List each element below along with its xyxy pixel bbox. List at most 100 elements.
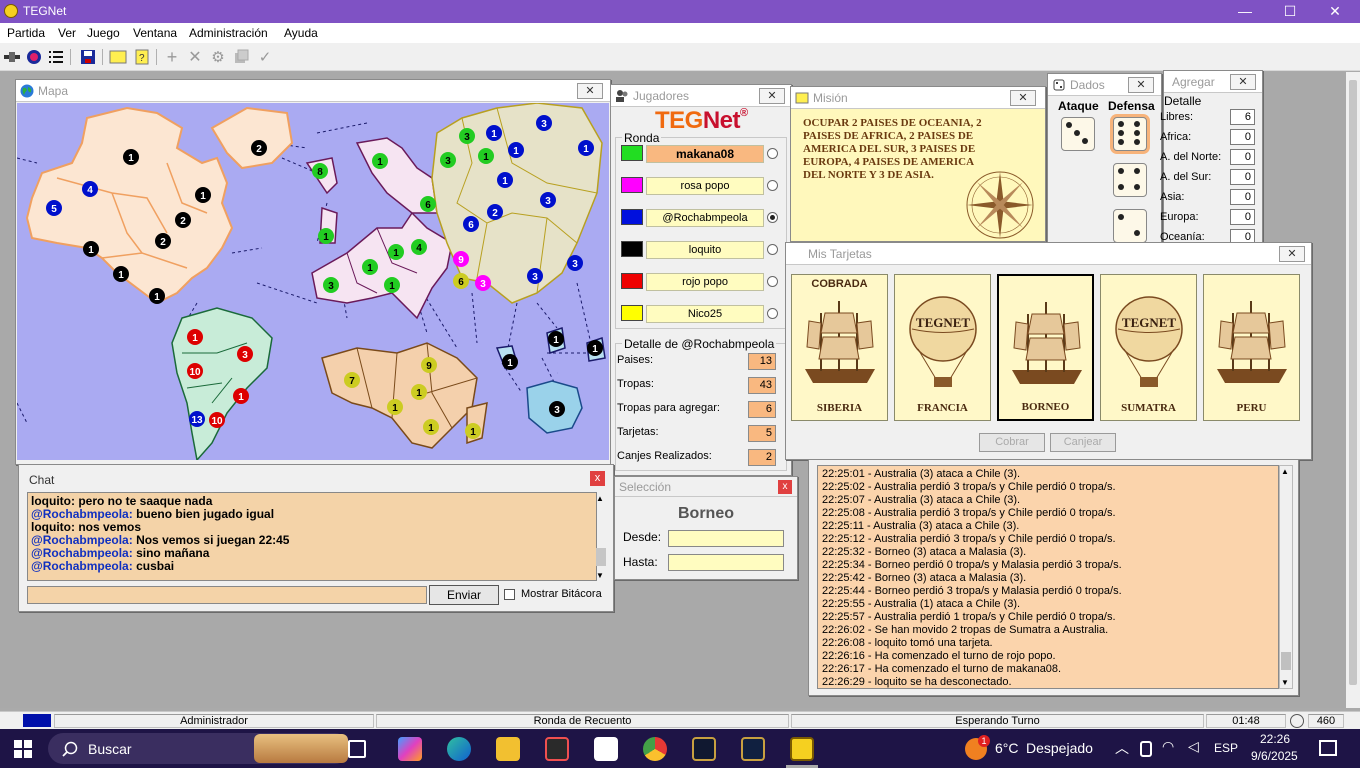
log-line: 22:25:12 - Australia perdió 3 tropa/s y …: [822, 533, 1116, 545]
scroll-up-icon[interactable]: ▲: [1281, 467, 1289, 476]
clock-time[interactable]: 22:26: [1260, 732, 1290, 746]
scrollbar-thumb[interactable]: [1349, 80, 1357, 685]
cards-close-button[interactable]: ✕: [1279, 246, 1305, 262]
chat-close-button[interactable]: x: [590, 471, 605, 486]
scroll-up-icon[interactable]: ▲: [596, 494, 604, 503]
store-icon[interactable]: [545, 737, 569, 761]
cobrar-button[interactable]: Cobrar: [979, 433, 1045, 452]
from-field[interactable]: [668, 530, 784, 547]
country-card[interactable]: BORNEO: [997, 274, 1094, 421]
tegnet-taskbar-icon[interactable]: [790, 737, 814, 761]
card-icon[interactable]: [108, 47, 128, 67]
chat-text: cusbai: [136, 559, 175, 573]
chat-scrollbar-thumb[interactable]: [596, 548, 606, 566]
save-icon[interactable]: [78, 47, 98, 67]
chrome-icon[interactable]: [643, 737, 667, 761]
mail-icon[interactable]: [594, 737, 618, 761]
close-button[interactable]: ✕: [1312, 0, 1358, 23]
menu-ayuda[interactable]: Ayuda: [284, 26, 318, 40]
dice-close-button[interactable]: ✕: [1128, 77, 1154, 93]
country-card[interactable]: PERU: [1203, 274, 1300, 421]
wifi-icon[interactable]: ◠: [1162, 738, 1174, 755]
volume-icon[interactable]: ◁: [1188, 738, 1199, 755]
player-select-radio[interactable]: [767, 244, 778, 255]
mission-title-bar: Misión ✕: [791, 87, 1045, 109]
chat-input[interactable]: [27, 586, 427, 604]
minimize-button[interactable]: —: [1222, 0, 1268, 23]
log-scrollbar[interactable]: ▲ ▼: [1279, 465, 1293, 689]
send-button[interactable]: Enviar: [429, 585, 499, 605]
menu-partida[interactable]: Partida: [7, 26, 45, 40]
maximize-button[interactable]: ☐: [1267, 0, 1313, 23]
selection-title: Selección: [619, 480, 672, 494]
canjear-button[interactable]: Canjear: [1050, 433, 1116, 452]
chat-text: pero no te saaque nada: [78, 494, 213, 508]
country-card[interactable]: TEGNET SUMATRA: [1100, 274, 1197, 421]
chat-message: @Rochabmpeola: cusbai: [31, 559, 175, 573]
player-select-radio[interactable]: [767, 212, 778, 223]
army-count: 2: [180, 216, 186, 227]
map-close-button[interactable]: ✕: [577, 83, 603, 99]
player-select-radio[interactable]: [767, 148, 778, 159]
connect-icon[interactable]: [2, 47, 22, 67]
country-card[interactable]: COBRADA SIBERIA: [791, 274, 888, 421]
task-view-icon[interactable]: [348, 740, 366, 758]
edge-icon[interactable]: [447, 737, 471, 761]
player-select-radio[interactable]: [767, 308, 778, 319]
selection-close-button[interactable]: x: [778, 480, 792, 494]
world-map[interactable]: 1 2 4 5 1 2 1 1 1 2 2 8 1 1 6 3 1 1 4 1: [17, 103, 609, 460]
add-row-value: 6: [1230, 109, 1255, 125]
country-card[interactable]: TEGNET FRANCIA: [894, 274, 991, 421]
menu-ver[interactable]: Ver: [58, 26, 76, 40]
tegnet-logo: TEGNet®: [655, 107, 748, 135]
player-select-radio[interactable]: [767, 180, 778, 191]
device-icon[interactable]: [1140, 741, 1152, 757]
language-indicator[interactable]: ESP: [1214, 741, 1238, 755]
mission-icon[interactable]: ?: [132, 47, 152, 67]
army-count: 1: [428, 423, 434, 434]
chat-scrollbar[interactable]: ▲ ▼: [596, 492, 606, 581]
status-value: 460: [1308, 714, 1344, 728]
army-count: 10: [189, 367, 201, 378]
notification-icon[interactable]: [1319, 740, 1337, 756]
log-line: 22:25:32 - Borneo (3) ataca a Malasia (3…: [822, 546, 1027, 558]
remove-icon[interactable]: ✕: [185, 47, 205, 67]
add-row-value: 0: [1230, 149, 1255, 165]
show-log-checkbox[interactable]: [504, 589, 515, 600]
ship-icon: [1217, 301, 1287, 383]
league-icon[interactable]: [692, 737, 716, 761]
players-close-button[interactable]: ✕: [759, 88, 785, 104]
settings-icon[interactable]: ⚙: [208, 47, 228, 67]
workspace-scrollbar[interactable]: [1346, 72, 1360, 708]
add-icon[interactable]: +: [162, 47, 182, 67]
check-icon[interactable]: ✓: [255, 47, 275, 67]
to-field[interactable]: [668, 554, 784, 571]
list-icon[interactable]: [46, 47, 66, 67]
league-client-icon[interactable]: [741, 737, 765, 761]
copilot-icon[interactable]: [398, 737, 422, 761]
player-select-radio[interactable]: [767, 276, 778, 287]
scroll-down-icon[interactable]: ▼: [596, 571, 604, 580]
add-close-button[interactable]: ✕: [1230, 74, 1256, 90]
windows-start-icon[interactable]: [14, 740, 32, 758]
menu-juego[interactable]: Juego: [87, 26, 120, 40]
army-count: 6: [458, 277, 464, 288]
menu-administracion[interactable]: Administración: [189, 26, 268, 40]
mission-close-button[interactable]: ✕: [1010, 90, 1036, 106]
start-icon[interactable]: [24, 47, 44, 67]
clock-date[interactable]: 9/6/2025: [1251, 749, 1298, 763]
ship-icon: [1012, 302, 1082, 384]
taskbar-search[interactable]: Buscar: [48, 733, 350, 764]
army-count: 8: [317, 167, 323, 178]
log-line: 22:25:55 - Australia (1) ataca a Chile (…: [822, 598, 1021, 610]
scroll-down-icon[interactable]: ▼: [1281, 678, 1289, 687]
file-explorer-icon[interactable]: [496, 737, 520, 761]
army-count: 2: [118, 266, 124, 277]
player-detail-title: Detalle de @Rochabmpeola: [622, 337, 777, 351]
world-map-svg[interactable]: 1 2 4 5 1 2 1 1 1 2 2 8 1 1 6 3 1 1 4 1: [17, 103, 609, 460]
chevron-up-icon[interactable]: ︿: [1115, 738, 1129, 758]
log-scrollbar-thumb[interactable]: [1281, 652, 1291, 670]
detail-label: Tropas para agregar:: [617, 402, 720, 414]
copy-icon[interactable]: [231, 47, 251, 67]
menu-ventana[interactable]: Ventana: [133, 26, 177, 40]
